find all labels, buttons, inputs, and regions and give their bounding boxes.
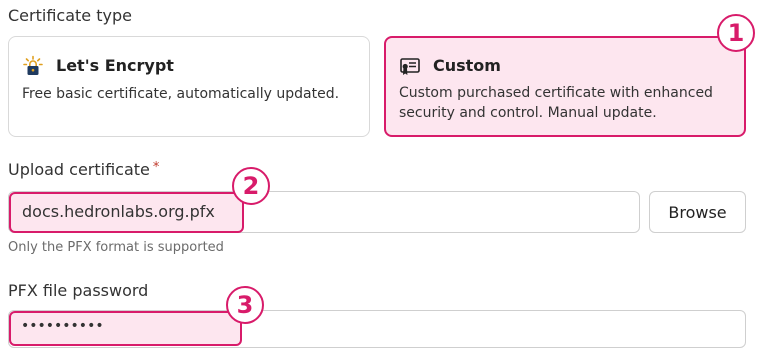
callout-badge-2: 2 <box>232 167 270 205</box>
pfx-password-value: •••••••••• <box>21 318 104 334</box>
callout-badge-3: 3 <box>226 286 264 324</box>
upload-format-hint: Only the PFX format is supported <box>8 240 224 255</box>
custom-description-line-2: security and control. Manual update. <box>399 105 657 121</box>
custom-option[interactable]: Custom Custom purchased certificate with… <box>384 36 746 137</box>
upload-certificate-label-text: Upload certificate <box>8 160 150 179</box>
certificate-file-value: docs.hedronlabs.org.pfx <box>22 202 215 221</box>
required-asterisk: * <box>152 160 160 175</box>
lock-sun-icon <box>22 55 44 77</box>
callout-badge-1: 1 <box>717 14 755 52</box>
custom-title: Custom <box>433 56 501 75</box>
lets-encrypt-option[interactable]: Let's Encrypt Free basic certificate, au… <box>8 36 370 137</box>
pfx-password-label: PFX file password <box>8 281 149 300</box>
upload-certificate-label: Upload certificate * <box>8 160 159 179</box>
lets-encrypt-description: Free basic certificate, automatically up… <box>22 86 340 102</box>
custom-description-line-1: Custom purchased certificate with enhanc… <box>399 85 713 101</box>
certificate-icon <box>399 56 421 78</box>
lets-encrypt-title: Let's Encrypt <box>56 56 174 75</box>
certificate-type-label: Certificate type <box>8 6 132 25</box>
browse-button[interactable]: Browse <box>649 191 746 233</box>
